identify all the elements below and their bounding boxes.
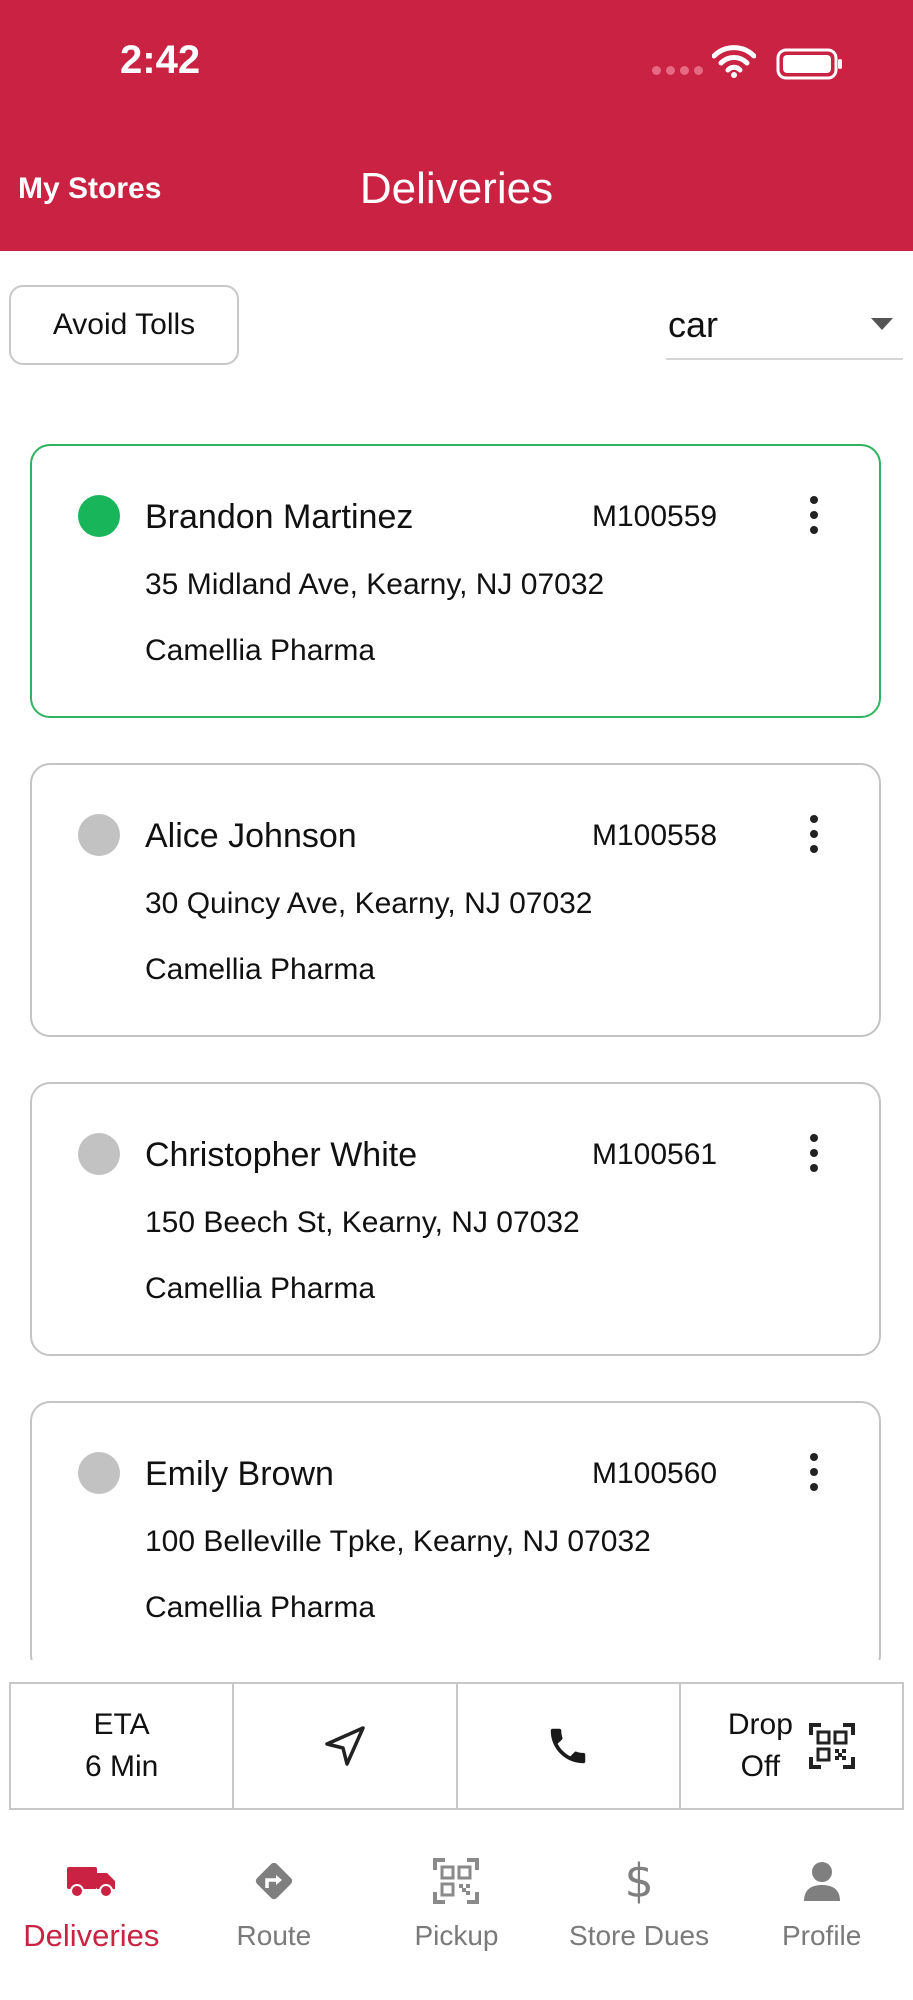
delivery-action-bar: ETA 6 Min Drop Off [9, 1682, 904, 1810]
eta-label: ETA [93, 1708, 150, 1741]
travel-mode-value: car [668, 304, 719, 345]
nav-label: Pickup [414, 1920, 499, 1951]
order-id: M100558 [592, 819, 718, 852]
avoid-tolls-button[interactable]: Avoid Tolls [9, 285, 239, 365]
qr-scan-icon [433, 1854, 480, 1908]
status-dot [78, 1452, 120, 1494]
page-title: Deliveries [359, 164, 554, 213]
chevron-down-icon [871, 318, 893, 330]
delivery-card[interactable]: Alice Johnson M100558 30 Quincy Ave, Kea… [30, 763, 881, 1037]
person-icon [800, 1854, 844, 1908]
phone-icon [550, 1728, 586, 1764]
order-id: M100559 [592, 500, 718, 533]
delivery-address: 100 Belleville Tpke, Kearny, NJ 07032 [145, 1525, 651, 1558]
nav-deliveries[interactable]: Deliveries [0, 1832, 183, 2000]
cellular-signal-icon [652, 66, 703, 75]
eta-button[interactable]: ETA 6 Min [11, 1684, 235, 1808]
eta-display: ETA 6 Min [85, 1704, 158, 1788]
delivery-address: 35 Midland Ave, Kearny, NJ 07032 [145, 568, 605, 601]
customer-name: Emily Brown [145, 1455, 334, 1493]
nav-store-dues[interactable]: $ Store Dues [548, 1832, 731, 2000]
truck-icon [65, 1854, 117, 1908]
delivery-card[interactable]: Brandon Martinez M100559 35 Midland Ave,… [30, 444, 881, 718]
customer-name: Christopher White [145, 1136, 418, 1174]
wifi-icon [712, 45, 756, 78]
status-dot [78, 1133, 120, 1175]
navigate-button[interactable] [234, 1684, 458, 1808]
more-options-icon[interactable] [804, 1134, 824, 1176]
nav-route[interactable]: Route [183, 1832, 366, 2000]
travel-mode-select[interactable]: car [666, 290, 903, 360]
store-name: Camellia Pharma [145, 634, 376, 667]
battery-icon [776, 48, 842, 80]
call-button[interactable] [458, 1684, 681, 1808]
store-name: Camellia Pharma [145, 1591, 376, 1624]
nav-label: Route [236, 1920, 312, 1951]
order-id: M100561 [592, 1138, 718, 1171]
drop-off-line1: Drop [727, 1708, 793, 1741]
nav-profile[interactable]: Profile [730, 1832, 913, 2000]
status-dot [78, 495, 120, 537]
more-options-icon[interactable] [804, 815, 824, 857]
delivery-card[interactable]: Christopher White M100561 150 Beech St, … [30, 1082, 881, 1356]
bottom-navigation: Deliveries Route Pickup $ Store Dues Pro… [0, 1832, 913, 2000]
eta-value: 6 Min [84, 1750, 159, 1783]
app-header: 2:42 My Stores Deliveries [0, 0, 913, 251]
nav-label: Store Dues [569, 1920, 710, 1951]
directions-icon [251, 1854, 297, 1908]
status-time: 2:42 [120, 38, 201, 82]
delivery-address: 150 Beech St, Kearny, NJ 07032 [145, 1206, 580, 1239]
delivery-card[interactable]: Emily Brown M100560 100 Belleville Tpke,… [30, 1401, 881, 1660]
delivery-list[interactable]: Brandon Martinez M100559 35 Midland Ave,… [0, 420, 913, 1660]
qr-code-icon [808, 1723, 855, 1769]
nav-pickup[interactable]: Pickup [365, 1832, 548, 2000]
status-dot [78, 814, 120, 856]
more-options-icon[interactable] [804, 496, 824, 538]
customer-name: Alice Johnson [145, 817, 357, 855]
customer-name: Brandon Martinez [145, 498, 414, 536]
drop-off-button[interactable]: Drop Off [681, 1684, 902, 1808]
nav-label: Profile [781, 1920, 862, 1951]
drop-off-label: Drop Off [728, 1704, 793, 1788]
navigation-arrow-icon [325, 1726, 365, 1766]
more-options-icon[interactable] [804, 1453, 824, 1495]
delivery-address: 30 Quincy Ave, Kearny, NJ 07032 [145, 887, 593, 920]
order-id: M100560 [592, 1457, 718, 1490]
store-name: Camellia Pharma [145, 953, 376, 986]
dollar-icon: $ [624, 1854, 654, 1908]
nav-label: Deliveries [23, 1918, 160, 1953]
store-name: Camellia Pharma [145, 1272, 376, 1305]
drop-off-line2: Off [740, 1750, 781, 1783]
